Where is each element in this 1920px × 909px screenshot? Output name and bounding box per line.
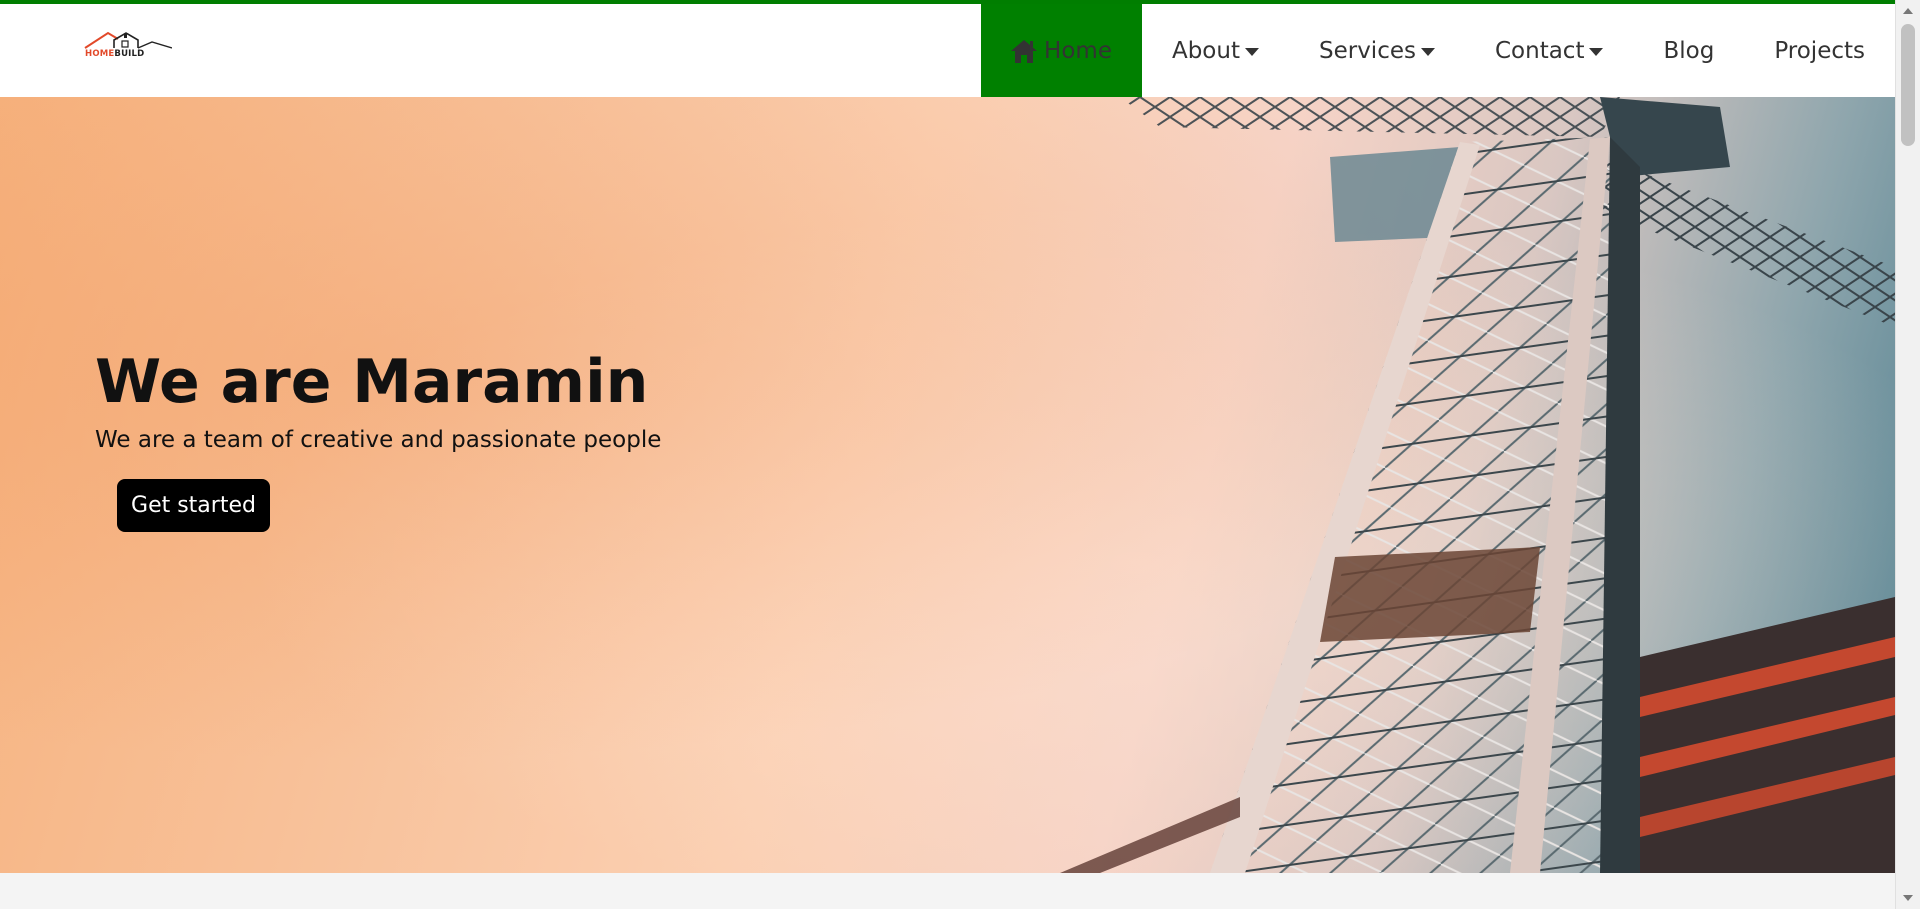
logo-word-home: HOME bbox=[85, 49, 115, 59]
hero-section: We are Maramin We are a team of creative… bbox=[0, 97, 1895, 873]
nav-contact[interactable]: Contact bbox=[1465, 4, 1633, 97]
nav-about-label: About bbox=[1171, 37, 1240, 64]
nav-home[interactable]: Home bbox=[981, 4, 1142, 97]
nav-contact-label: Contact bbox=[1494, 37, 1585, 64]
get-started-button[interactable]: Get started bbox=[117, 479, 270, 532]
nav-about[interactable]: About bbox=[1142, 4, 1289, 97]
nav-blog-label: Blog bbox=[1663, 37, 1715, 64]
house-roof-icon bbox=[84, 31, 172, 49]
scrollbar-thumb[interactable] bbox=[1901, 24, 1915, 146]
nav-projects[interactable]: Projects bbox=[1744, 4, 1895, 97]
nav-blog[interactable]: Blog bbox=[1633, 4, 1744, 97]
nav-services[interactable]: Services bbox=[1289, 4, 1465, 97]
next-section bbox=[0, 873, 1895, 909]
nav-services-label: Services bbox=[1318, 37, 1416, 64]
logo-wordmark: HOMEBUILD bbox=[85, 49, 144, 59]
caret-down-icon bbox=[1244, 47, 1259, 56]
site-header: HOMEBUILD Home About Services Contact Bl… bbox=[0, 4, 1895, 97]
crane-tower-image bbox=[1060, 97, 1895, 873]
site-logo[interactable]: HOMEBUILD bbox=[84, 28, 172, 62]
page-scrollbar[interactable] bbox=[1895, 0, 1920, 909]
hero-subtitle: We are a team of creative and passionate… bbox=[95, 427, 662, 453]
hero-title: We are Maramin bbox=[95, 347, 649, 417]
caret-down-icon bbox=[1420, 47, 1435, 56]
home-icon bbox=[1011, 39, 1038, 63]
scroll-down-icon[interactable] bbox=[1903, 895, 1913, 901]
logo-word-build: BUILD bbox=[114, 49, 145, 59]
main-nav: Home About Services Contact Blog Project… bbox=[981, 4, 1895, 97]
scroll-up-icon[interactable] bbox=[1903, 8, 1913, 14]
nav-projects-label: Projects bbox=[1774, 37, 1865, 64]
nav-home-label: Home bbox=[1044, 37, 1112, 64]
caret-down-icon bbox=[1589, 47, 1604, 56]
